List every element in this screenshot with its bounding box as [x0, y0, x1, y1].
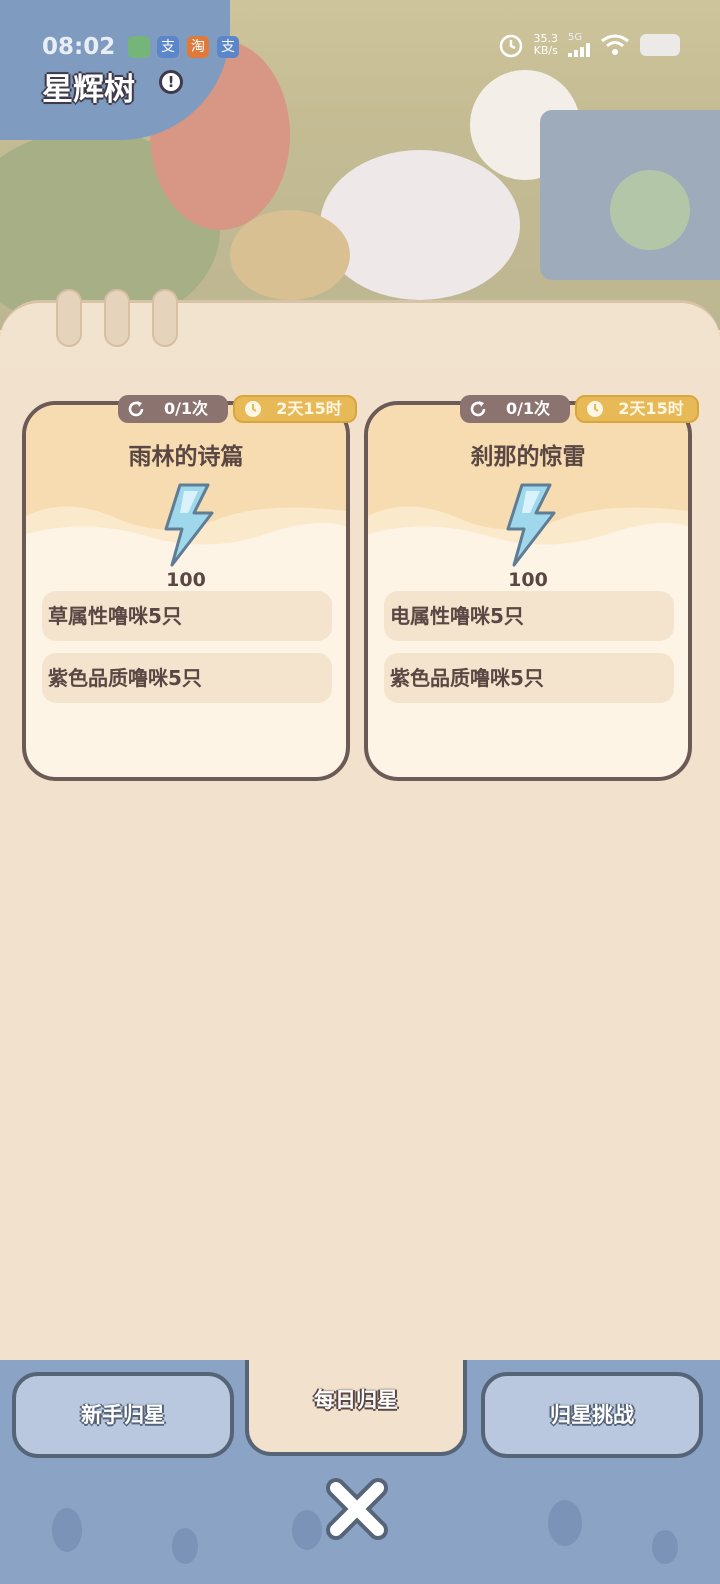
quest-card[interactable]: 雨林的诗篇 100 草属性噜咪5只 紫色品质噜咪5只: [22, 401, 350, 781]
clock-icon: [245, 401, 261, 417]
status-time: 08:02: [42, 34, 116, 60]
tab-daily[interactable]: 每日归星: [245, 1360, 467, 1456]
lightning-crystal-icon: [164, 483, 214, 567]
paw-print-decoration: [52, 1508, 82, 1552]
time-left-badge: 2天15时: [575, 395, 699, 423]
attempts-text: 0/1次: [505, 399, 551, 418]
paw-print-decoration: [172, 1528, 198, 1564]
paw-print-decoration: [652, 1530, 678, 1564]
requirement-item: 电属性噜咪5只: [384, 591, 674, 641]
card-title: 雨林的诗篇: [128, 444, 244, 470]
time-left-badge: 2天15时: [233, 395, 357, 423]
page-title: 星辉树: [42, 72, 135, 108]
paw-print-decoration: [548, 1500, 582, 1546]
close-x-icon[interactable]: [326, 1478, 388, 1540]
requirement-item: 紫色品质噜咪5只: [42, 653, 332, 703]
taobao-icon: 淘: [187, 36, 209, 58]
binder-ring: [152, 289, 178, 347]
tab-challenge[interactable]: 归星挑战: [481, 1372, 703, 1458]
signal-bars-icon: [568, 43, 590, 57]
refresh-icon: [128, 401, 144, 417]
attempts-badge: 0/1次: [118, 395, 228, 423]
network-type: 5G: [568, 32, 583, 43]
status-bar: 08:02 支 淘 支 35.3 KB/s 5G: [0, 28, 720, 68]
requirement-item: 草属性噜咪5只: [42, 591, 332, 641]
binder-ring: [104, 289, 130, 347]
tab-novice[interactable]: 新手归星: [12, 1372, 234, 1458]
exclamation-icon[interactable]: !: [159, 70, 183, 94]
requirement-item: 紫色品质噜咪5只: [384, 653, 674, 703]
attempts-text: 0/1次: [163, 399, 209, 418]
battery-icon: [640, 34, 680, 56]
card-title: 刹那的惊雷: [470, 444, 586, 470]
bottom-tab-bar: 新手归星 每日归星 归星挑战: [0, 1360, 720, 1584]
signal-indicator: 5G: [568, 33, 590, 57]
paw-print-decoration: [292, 1510, 322, 1550]
wifi-icon: [601, 34, 629, 55]
alarm-icon: [499, 34, 522, 58]
reward-amount: 100: [508, 569, 548, 591]
alipay-icon: 支: [217, 36, 239, 58]
app-icon: [128, 36, 150, 58]
refresh-icon: [470, 401, 486, 417]
reward-amount: 100: [166, 569, 206, 591]
clock-icon: [587, 401, 603, 417]
network-speed: 35.3 KB/s: [534, 33, 559, 57]
lightning-crystal-icon: [506, 483, 556, 567]
time-left-text: 2天15时: [618, 399, 684, 418]
quest-card[interactable]: 刹那的惊雷 100 电属性噜咪5只 紫色品质噜咪5只: [364, 401, 692, 781]
attempts-badge: 0/1次: [460, 395, 570, 423]
time-left-text: 2天15时: [276, 399, 342, 418]
binder-ring: [56, 289, 82, 347]
alipay-icon: 支: [157, 36, 179, 58]
speed-unit: KB/s: [533, 44, 558, 57]
task-panel: 雨林的诗篇 100 草属性噜咪5只 紫色品质噜咪5只 0/1次 2天15时 刹那: [0, 289, 720, 1380]
